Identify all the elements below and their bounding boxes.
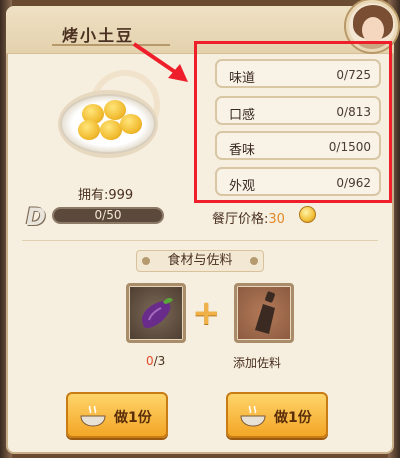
seasoning-bottle-icon bbox=[255, 291, 275, 334]
add-seasoning-label: 添加佐料 bbox=[233, 356, 282, 370]
section-divider bbox=[22, 240, 378, 241]
price-value: 30 bbox=[268, 212, 285, 227]
ingredients-section-title: 食材与佐料 bbox=[136, 250, 264, 272]
stat-label: 外观 bbox=[229, 179, 256, 194]
eggplant-icon bbox=[141, 297, 173, 328]
avatar-face bbox=[362, 17, 384, 43]
d-rank-icon: D bbox=[26, 203, 46, 231]
stat-value: 0/813 bbox=[336, 105, 371, 119]
stat-label: 香味 bbox=[229, 143, 256, 158]
seasoning-slot[interactable] bbox=[234, 283, 294, 343]
dish-progress-bar: 0/50 bbox=[52, 207, 164, 224]
stat-texture: 口感 0/813 bbox=[215, 96, 381, 125]
coin-icon bbox=[299, 206, 316, 223]
price-label: 餐厅价格: bbox=[212, 212, 269, 227]
progress-text: 0/50 bbox=[94, 208, 122, 222]
stat-value: 0/1500 bbox=[328, 140, 371, 154]
cook-button-label: 做1份 bbox=[114, 410, 152, 426]
stat-value: 0/725 bbox=[336, 68, 371, 82]
potato-icon bbox=[120, 114, 142, 134]
cooking-pot-icon bbox=[240, 405, 266, 427]
dish-title: 烤小土豆 bbox=[62, 26, 135, 45]
ingredient-count: 0/3 bbox=[146, 354, 165, 368]
cooking-pot-icon bbox=[80, 405, 106, 427]
plus-icon: + bbox=[192, 293, 221, 333]
stat-value: 0/962 bbox=[336, 176, 371, 190]
stat-taste: 味道 0/725 bbox=[215, 59, 381, 88]
restaurant-price: 餐厅价格:30 bbox=[212, 208, 285, 227]
potato-icon bbox=[78, 120, 100, 140]
potato-icon bbox=[100, 120, 122, 140]
stat-aroma: 香味 0/1500 bbox=[215, 131, 381, 160]
owned-count: 拥有:999 bbox=[78, 188, 134, 203]
ingredient-count-current: 0 bbox=[146, 354, 154, 368]
cook-one-button[interactable]: 做1份 bbox=[66, 392, 168, 438]
stat-appearance: 外观 0/962 bbox=[215, 167, 381, 196]
stat-label: 口感 bbox=[229, 108, 256, 123]
stat-label: 味道 bbox=[229, 71, 256, 86]
cook-one-button[interactable]: 做1份 bbox=[226, 392, 328, 438]
ingredient-slot[interactable] bbox=[126, 283, 186, 343]
ingredient-count-total: /3 bbox=[153, 354, 166, 368]
cook-button-label: 做1份 bbox=[274, 410, 312, 426]
